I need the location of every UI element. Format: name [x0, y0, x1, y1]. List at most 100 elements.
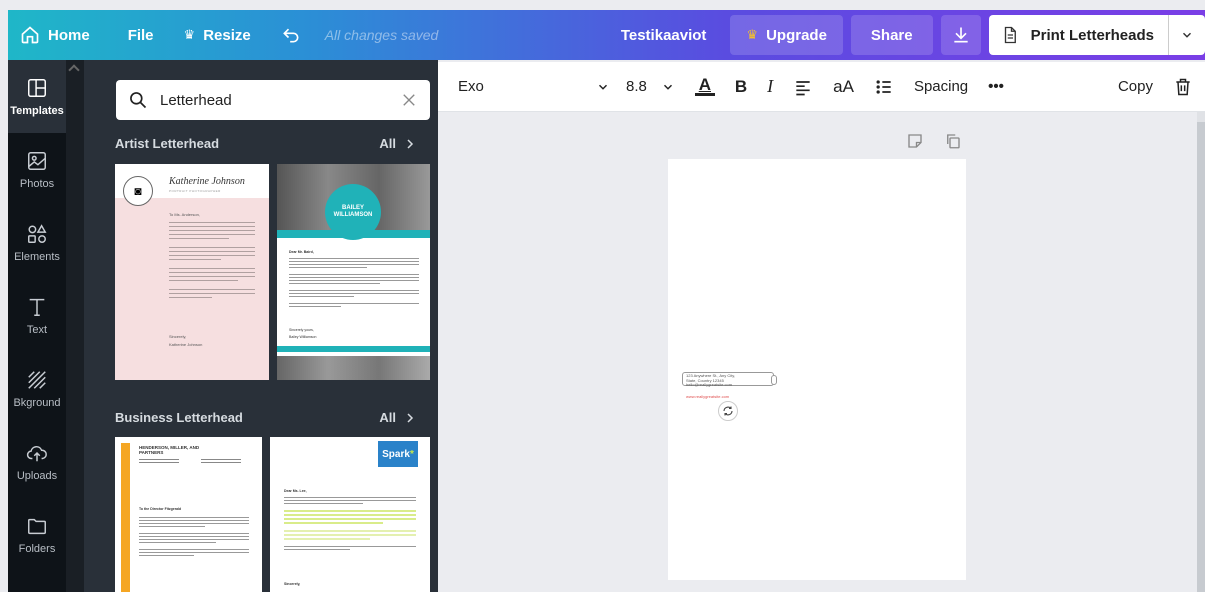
nav-elements[interactable]: Elements: [8, 206, 66, 279]
nav-uploads[interactable]: Uploads: [8, 425, 66, 498]
share-label: Share: [870, 26, 913, 44]
search-input[interactable]: [160, 91, 388, 109]
template-sign: Sincerely,: [169, 334, 187, 339]
undo-icon: [282, 28, 299, 43]
nav-templates[interactable]: Templates: [8, 60, 66, 133]
template-artist-2[interactable]: BAILEY WILLIAMSON Dear Mr. Baird, Sincer…: [277, 164, 430, 380]
more-icon: •••: [988, 78, 1004, 95]
uploads-icon: [26, 445, 47, 461]
font-size-label: 8.8: [626, 78, 647, 95]
clear-icon[interactable]: [400, 91, 418, 109]
body-lines: [289, 258, 419, 313]
footer-photo: [277, 356, 430, 380]
template-role: PORTRAIT PHOTOGRAPHER: [169, 189, 221, 193]
text-color-button[interactable]: A: [685, 62, 725, 112]
template-sign: Sincerely,: [284, 582, 301, 586]
crown-icon: ♛: [746, 27, 759, 42]
more-button[interactable]: •••: [978, 62, 1014, 112]
body-lines: [139, 517, 249, 558]
nav-label: Bkground: [13, 396, 61, 409]
text-toolbar: Exo 8.8 A B I aA Spacing ••• Copy: [438, 62, 1205, 112]
brand-label: Spark: [382, 448, 410, 460]
templates-panel: Artist Letterhead All ◙ Katherine Johnso…: [66, 60, 438, 592]
copy-label: Copy: [1117, 78, 1153, 95]
share-button[interactable]: Share: [850, 15, 933, 55]
rotate-handle[interactable]: [718, 401, 738, 421]
scrollbar-thumb[interactable]: [1197, 122, 1205, 592]
font-size-select[interactable]: 8.8: [616, 62, 685, 112]
spacing-button[interactable]: Spacing: [904, 62, 978, 112]
bold-button[interactable]: B: [725, 62, 757, 112]
file-menu[interactable]: File: [116, 10, 166, 60]
resize-handle[interactable]: [771, 375, 777, 385]
photos-icon: [28, 151, 46, 170]
note-icon[interactable]: [906, 132, 924, 150]
resize-label: Resize: [203, 26, 251, 44]
website-text: www.reallygreatsite.com: [686, 394, 730, 399]
templates-icon: [28, 78, 46, 97]
nav-label: Text: [26, 323, 48, 336]
see-all-artist[interactable]: All: [379, 136, 416, 151]
template-artist-1[interactable]: ◙ Katherine Johnson PORTRAIT PHOTOGRAPHE…: [115, 164, 269, 380]
panel-scrollbar[interactable]: [66, 60, 84, 592]
chevron-right-icon: [407, 138, 414, 149]
nav-label: Photos: [19, 177, 55, 190]
home-button[interactable]: Home: [8, 10, 102, 60]
resize-button[interactable]: ♛ Resize: [172, 10, 263, 60]
bold-label: B: [734, 76, 748, 96]
template-name: BAILEY WILLIAMSON: [325, 184, 381, 240]
rotate-icon: [723, 406, 733, 416]
home-icon: [21, 26, 39, 44]
italic-button[interactable]: I: [757, 62, 783, 112]
upgrade-button[interactable]: ♛ Upgrade: [730, 15, 843, 55]
document-title[interactable]: Testikaaviot: [605, 10, 723, 60]
save-status: All changes saved: [324, 27, 439, 43]
scroll-up-icon[interactable]: [68, 64, 80, 76]
selected-textbox[interactable]: 123 Anywhere St., Any City, State, Count…: [682, 372, 777, 389]
font-label: Exo: [458, 78, 484, 95]
italic-label: I: [767, 76, 774, 96]
nav-text[interactable]: Text: [8, 279, 66, 352]
align-button[interactable]: [783, 62, 823, 112]
orange-bar: [121, 443, 130, 592]
see-all-business[interactable]: All: [379, 410, 416, 425]
nav-label: Elements: [14, 250, 60, 263]
letter-case-label: aA: [833, 76, 854, 96]
nav-label: Templates: [10, 104, 64, 117]
template-signer: Katherine Johnson: [169, 342, 203, 347]
nav-label: Folders: [18, 542, 56, 555]
print-button[interactable]: Print Letterheads: [988, 15, 1205, 55]
letterhead-page[interactable]: 123 Anywhere St., Any City, State, Count…: [668, 159, 966, 580]
template-signer: Bailey Williamson: [289, 335, 317, 339]
align-left-icon: [796, 80, 810, 95]
search-icon: [130, 92, 147, 109]
address-text: 123 Anywhere St., Any City, State, Count…: [683, 373, 773, 389]
template-business-2[interactable]: Spark * Dear Ms. Lee, Sincerely,: [270, 437, 430, 592]
nav-folders[interactable]: Folders: [8, 498, 66, 571]
canvas-area: 123 Anywhere St., Any City, State, Count…: [438, 112, 1197, 592]
nav-photos[interactable]: Photos: [8, 133, 66, 206]
duplicate-page-icon[interactable]: [944, 132, 962, 150]
chevron-down-icon: [598, 84, 608, 90]
section-title-business: Business Letterhead: [115, 410, 243, 425]
nav-background[interactable]: Bkground: [8, 352, 66, 425]
upgrade-label: Upgrade: [766, 26, 827, 44]
list-icon: [876, 79, 891, 94]
copy-button[interactable]: Copy: [1108, 62, 1163, 112]
chevron-down-icon[interactable]: [1169, 15, 1205, 55]
undo-button[interactable]: [269, 10, 313, 60]
list-button[interactable]: [864, 62, 904, 112]
delete-button[interactable]: [1163, 62, 1205, 112]
elements-icon: [28, 223, 47, 243]
download-icon: [953, 27, 968, 43]
file-label: File: [127, 26, 154, 44]
letter-case-button[interactable]: aA: [823, 62, 864, 112]
font-select[interactable]: Exo: [438, 62, 616, 112]
canvas-scrollbar[interactable]: [1197, 112, 1205, 592]
contact-lines: [201, 459, 241, 465]
template-business-1[interactable]: HENDERSON, MILLER, AND PARTNERS To the D…: [115, 437, 262, 592]
download-button[interactable]: [940, 15, 981, 55]
footer-band: [277, 346, 430, 352]
spacing-label: Spacing: [913, 78, 969, 95]
print-label: Print Letterheads: [1030, 26, 1154, 44]
